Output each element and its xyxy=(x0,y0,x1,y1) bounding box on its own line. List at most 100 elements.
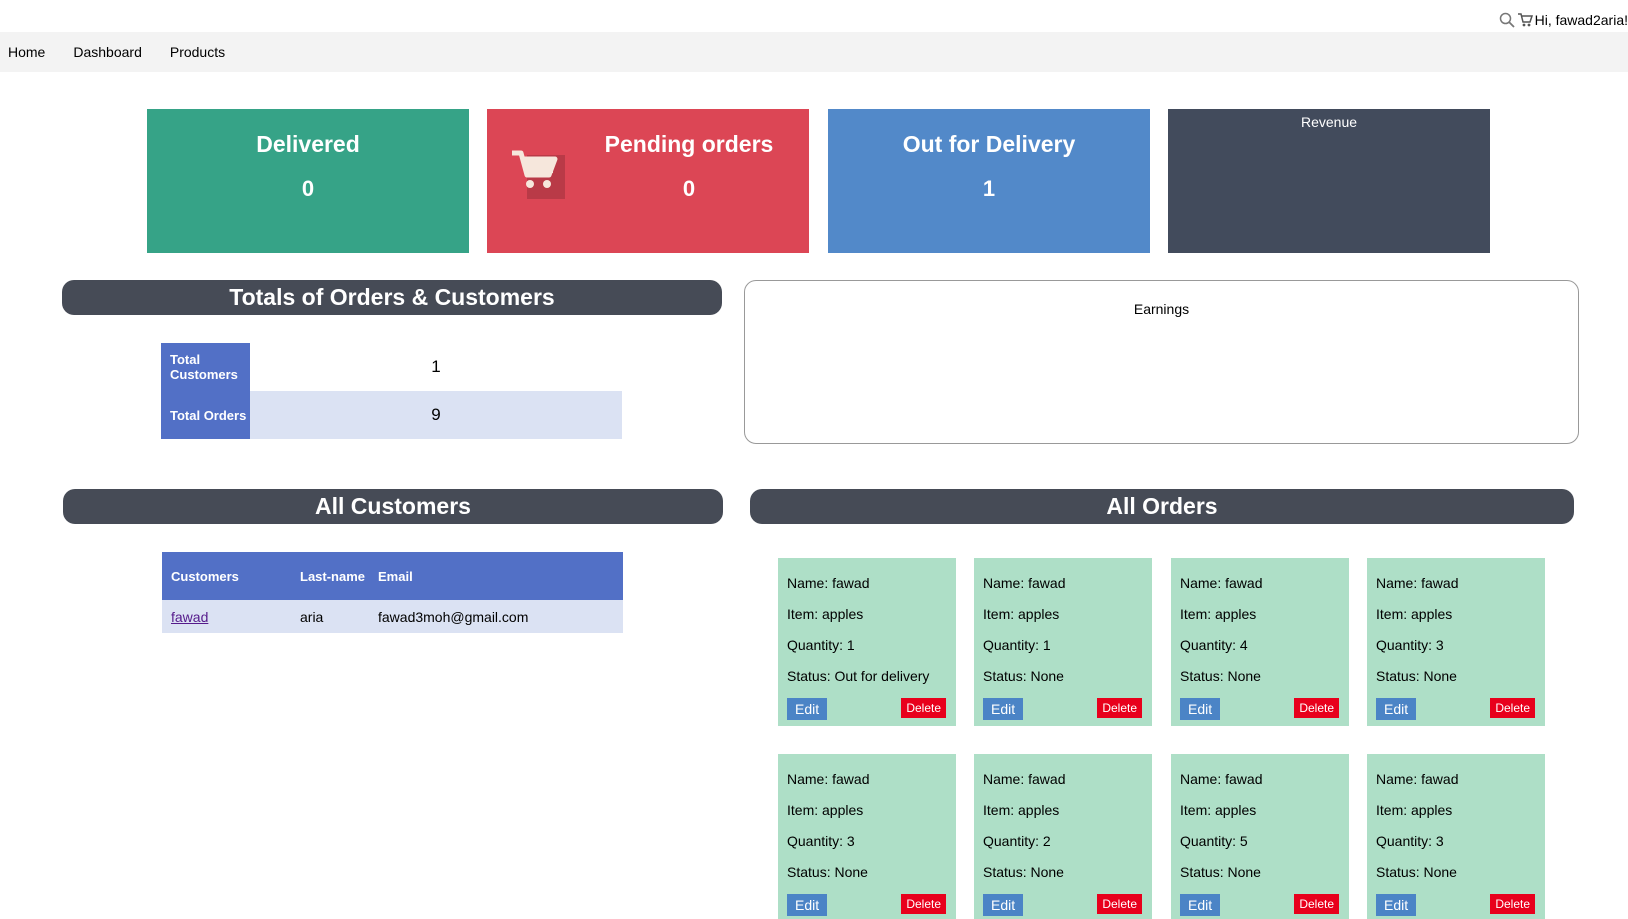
order-quantity: Quantity: 1 xyxy=(983,637,1051,653)
order-name: Name: fawad xyxy=(1376,771,1459,787)
column-header-customers: Customers xyxy=(162,552,291,600)
edit-order-button[interactable]: Edit xyxy=(983,894,1024,916)
order-item: Item: apples xyxy=(983,606,1060,622)
order-card: Name: fawad Item: apples Quantity: 5 Sta… xyxy=(1171,754,1349,919)
order-quantity: Quantity: 5 xyxy=(1180,833,1248,849)
order-card: Name: fawad Item: apples Quantity: 3 Sta… xyxy=(1367,754,1545,919)
order-name: Name: fawad xyxy=(1376,575,1459,591)
order-name: Name: fawad xyxy=(1180,575,1263,591)
total-customers-value: 1 xyxy=(431,357,441,376)
order-name: Name: fawad xyxy=(1180,771,1263,787)
total-customers-label: Total Customers xyxy=(161,343,250,391)
totals-table: Total Customers 1 Total Orders 9 xyxy=(161,343,622,439)
order-item: Item: apples xyxy=(1376,802,1453,818)
revenue-card: Revenue xyxy=(1168,109,1490,253)
order-quantity: Quantity: 4 xyxy=(1180,637,1248,653)
order-actions: Edit Delete xyxy=(1180,894,1339,916)
delete-order-button[interactable]: Delete xyxy=(1294,894,1339,914)
delete-order-button[interactable]: Delete xyxy=(1490,698,1535,718)
order-status: Status: None xyxy=(983,668,1064,684)
order-card: Name: fawad Item: apples Quantity: 1 Sta… xyxy=(974,558,1152,726)
order-status: Status: None xyxy=(983,864,1064,880)
order-status: Status: None xyxy=(1180,864,1261,880)
order-quantity: Quantity: 3 xyxy=(1376,637,1444,653)
search-icon[interactable] xyxy=(1499,12,1515,28)
order-card: Name: fawad Item: apples Quantity: 1 Sta… xyxy=(778,558,956,726)
edit-order-button[interactable]: Edit xyxy=(983,698,1024,720)
table-header-row: Customers Last-name Email xyxy=(162,552,623,600)
delivered-count: 0 xyxy=(301,176,315,201)
edit-order-button[interactable]: Edit xyxy=(787,698,828,720)
customer-email-cell: fawad3moh@gmail.com xyxy=(369,600,623,633)
edit-order-button[interactable]: Edit xyxy=(1376,894,1417,916)
order-quantity: Quantity: 2 xyxy=(983,833,1051,849)
order-item: Item: apples xyxy=(983,802,1060,818)
table-row: Total Customers 1 xyxy=(161,343,622,391)
order-status: Status: None xyxy=(1376,668,1457,684)
nav-dashboard-link[interactable]: Dashboard xyxy=(65,44,150,60)
revenue-title: Revenue xyxy=(1300,114,1358,130)
top-bar: Hi, fawad2aria! xyxy=(0,0,1628,32)
total-orders-label: Total Orders xyxy=(161,391,250,439)
out-for-delivery-card: Out for Delivery 1 xyxy=(828,109,1150,253)
pending-orders-title: Pending orders xyxy=(604,131,774,157)
nav-home-link[interactable]: Home xyxy=(0,44,53,60)
orders-section-header: All Orders xyxy=(750,489,1574,524)
customer-last-name-cell: aria xyxy=(291,600,369,633)
customer-link[interactable]: fawad xyxy=(171,609,208,625)
delivered-title: Delivered xyxy=(256,131,360,157)
order-actions: Edit Delete xyxy=(983,698,1142,720)
earnings-title: Earnings xyxy=(1133,301,1190,317)
order-name: Name: fawad xyxy=(983,771,1066,787)
order-status: Status: None xyxy=(1180,668,1261,684)
delivered-card: Delivered 0 xyxy=(147,109,469,253)
table-row: fawad aria fawad3moh@gmail.com xyxy=(162,600,623,633)
order-name: Name: fawad xyxy=(787,771,870,787)
delete-order-button[interactable]: Delete xyxy=(1294,698,1339,718)
edit-order-button[interactable]: Edit xyxy=(1180,894,1221,916)
order-item: Item: apples xyxy=(1376,606,1453,622)
order-quantity: Quantity: 3 xyxy=(1376,833,1444,849)
order-actions: Edit Delete xyxy=(983,894,1142,916)
order-card: Name: fawad Item: apples Quantity: 3 Sta… xyxy=(778,754,956,919)
edit-order-button[interactable]: Edit xyxy=(1376,698,1417,720)
column-header-email: Email xyxy=(369,552,623,600)
order-status: Status: None xyxy=(787,864,868,880)
delete-order-button[interactable]: Delete xyxy=(901,894,946,914)
user-greeting-area: Hi, fawad2aria! xyxy=(1499,12,1628,28)
greeting-text: Hi, fawad2aria! xyxy=(1534,12,1628,28)
order-card: Name: fawad Item: apples Quantity: 3 Sta… xyxy=(1367,558,1545,726)
earnings-panel: Earnings xyxy=(744,280,1579,444)
order-actions: Edit Delete xyxy=(1376,698,1535,720)
edit-order-button[interactable]: Edit xyxy=(787,894,828,916)
cart-icon[interactable] xyxy=(1517,12,1533,28)
order-actions: Edit Delete xyxy=(787,894,946,916)
nav-products-link[interactable]: Products xyxy=(162,44,233,60)
order-status: Status: None xyxy=(1376,864,1457,880)
order-card: Name: fawad Item: apples Quantity: 4 Sta… xyxy=(1171,558,1349,726)
customers-table: Customers Last-name Email fawad aria faw… xyxy=(162,552,623,633)
order-actions: Edit Delete xyxy=(1180,698,1339,720)
out-for-delivery-count: 1 xyxy=(982,176,996,201)
order-card: Name: fawad Item: apples Quantity: 2 Sta… xyxy=(974,754,1152,919)
order-item: Item: apples xyxy=(1180,606,1257,622)
order-item: Item: apples xyxy=(787,802,864,818)
order-item: Item: apples xyxy=(1180,802,1257,818)
delete-order-button[interactable]: Delete xyxy=(901,698,946,718)
order-actions: Edit Delete xyxy=(787,698,946,720)
delete-order-button[interactable]: Delete xyxy=(1097,698,1142,718)
totals-section-header: Totals of Orders & Customers xyxy=(62,280,722,315)
delete-order-button[interactable]: Delete xyxy=(1097,894,1142,914)
order-item: Item: apples xyxy=(787,606,864,622)
column-header-last-name: Last-name xyxy=(291,552,369,600)
order-name: Name: fawad xyxy=(983,575,1066,591)
pending-orders-card: Pending orders 0 xyxy=(487,109,809,253)
order-actions: Edit Delete xyxy=(1376,894,1535,916)
main-nav: Home Dashboard Products xyxy=(0,32,1628,72)
delete-order-button[interactable]: Delete xyxy=(1490,894,1535,914)
order-status: Status: Out for delivery xyxy=(787,668,930,684)
edit-order-button[interactable]: Edit xyxy=(1180,698,1221,720)
order-name: Name: fawad xyxy=(787,575,870,591)
pending-orders-count: 0 xyxy=(682,176,696,201)
out-for-delivery-title: Out for Delivery xyxy=(902,131,1076,157)
